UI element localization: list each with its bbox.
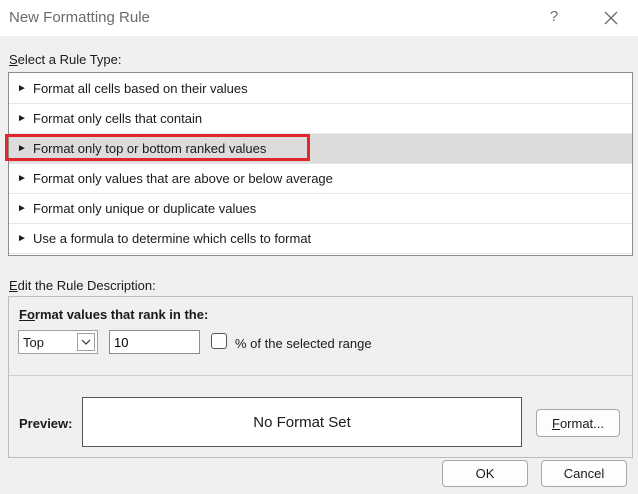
percent-checkbox-label: % of the selected range <box>235 336 372 351</box>
rank-direction-select[interactable]: Top <box>18 330 98 354</box>
format-button-label: ormat... <box>559 415 605 431</box>
rank-section-title: Format values that rank in the: <box>19 307 208 322</box>
close-button[interactable] <box>601 8 621 28</box>
rule-type-item-label: Use a formula to determine which cells t… <box>33 231 312 246</box>
format-button-accel: F <box>551 415 560 431</box>
selection-highlight-annotation <box>5 134 310 161</box>
rule-type-label-accel: S <box>9 52 18 67</box>
rank-title-text: rmat values that rank in the: <box>34 307 209 322</box>
rank-title-accel2: o <box>26 307 35 322</box>
dialog-title: New Formatting Rule <box>9 9 150 26</box>
dropdown-button[interactable] <box>77 333 95 351</box>
rule-description-label-text: dit the Rule Description: <box>17 278 156 293</box>
ok-button[interactable]: OK <box>442 460 528 487</box>
arrow-right-icon: ► <box>17 173 27 184</box>
percent-label-pre: % of the selected ran <box>235 336 358 351</box>
percent-label-post: e <box>364 336 372 351</box>
rule-type-label: Select a Rule Type: <box>9 52 122 67</box>
rule-type-item[interactable]: ► Format only cells that contain <box>9 104 632 134</box>
rule-type-item-label: Format only unique or duplicate values <box>33 201 257 216</box>
rule-description-label: Edit the Rule Description: <box>9 278 156 293</box>
rank-title-accel: F <box>19 307 27 322</box>
divider <box>9 375 632 376</box>
arrow-right-icon: ► <box>17 113 27 124</box>
rule-type-label-text: elect a Rule Type: <box>17 52 122 67</box>
rule-type-item-label: Format only cells that contain <box>33 111 203 126</box>
format-button[interactable]: Format... <box>536 409 620 437</box>
rule-type-item[interactable]: ► Format all cells based on their values <box>9 74 632 104</box>
cancel-button[interactable]: Cancel <box>541 460 627 487</box>
preview-label: Preview: <box>19 416 73 431</box>
title-bar: New Formatting Rule ? <box>0 0 638 36</box>
preview-text: No Format Set <box>253 413 351 431</box>
percent-checkbox[interactable] <box>211 333 227 349</box>
preview-box: No Format Set <box>82 397 522 447</box>
chevron-down-icon <box>81 339 91 345</box>
close-icon <box>604 11 618 25</box>
rule-description-label-accel: E <box>9 278 18 293</box>
rank-value-input[interactable] <box>109 330 200 354</box>
rank-direction-value: Top <box>23 335 44 350</box>
rule-type-list[interactable]: ► Format all cells based on their values ►… <box>8 72 633 256</box>
arrow-right-icon: ► <box>17 203 27 214</box>
rule-description-panel: Format values that rank in the: Top % of… <box>8 296 633 458</box>
rule-type-item-label: Format all cells based on their values <box>33 81 248 96</box>
rule-type-item[interactable]: ► Use a formula to determine which cells … <box>9 224 632 254</box>
rule-type-item-label: Format only values that are above or bel… <box>33 171 333 186</box>
help-button[interactable]: ? <box>545 6 563 28</box>
rule-type-item[interactable]: ► Format only values that are above or be… <box>9 164 632 194</box>
arrow-right-icon: ► <box>17 233 27 244</box>
arrow-right-icon: ► <box>17 83 27 94</box>
rule-type-item[interactable]: ► Format only unique or duplicate values <box>9 194 632 224</box>
